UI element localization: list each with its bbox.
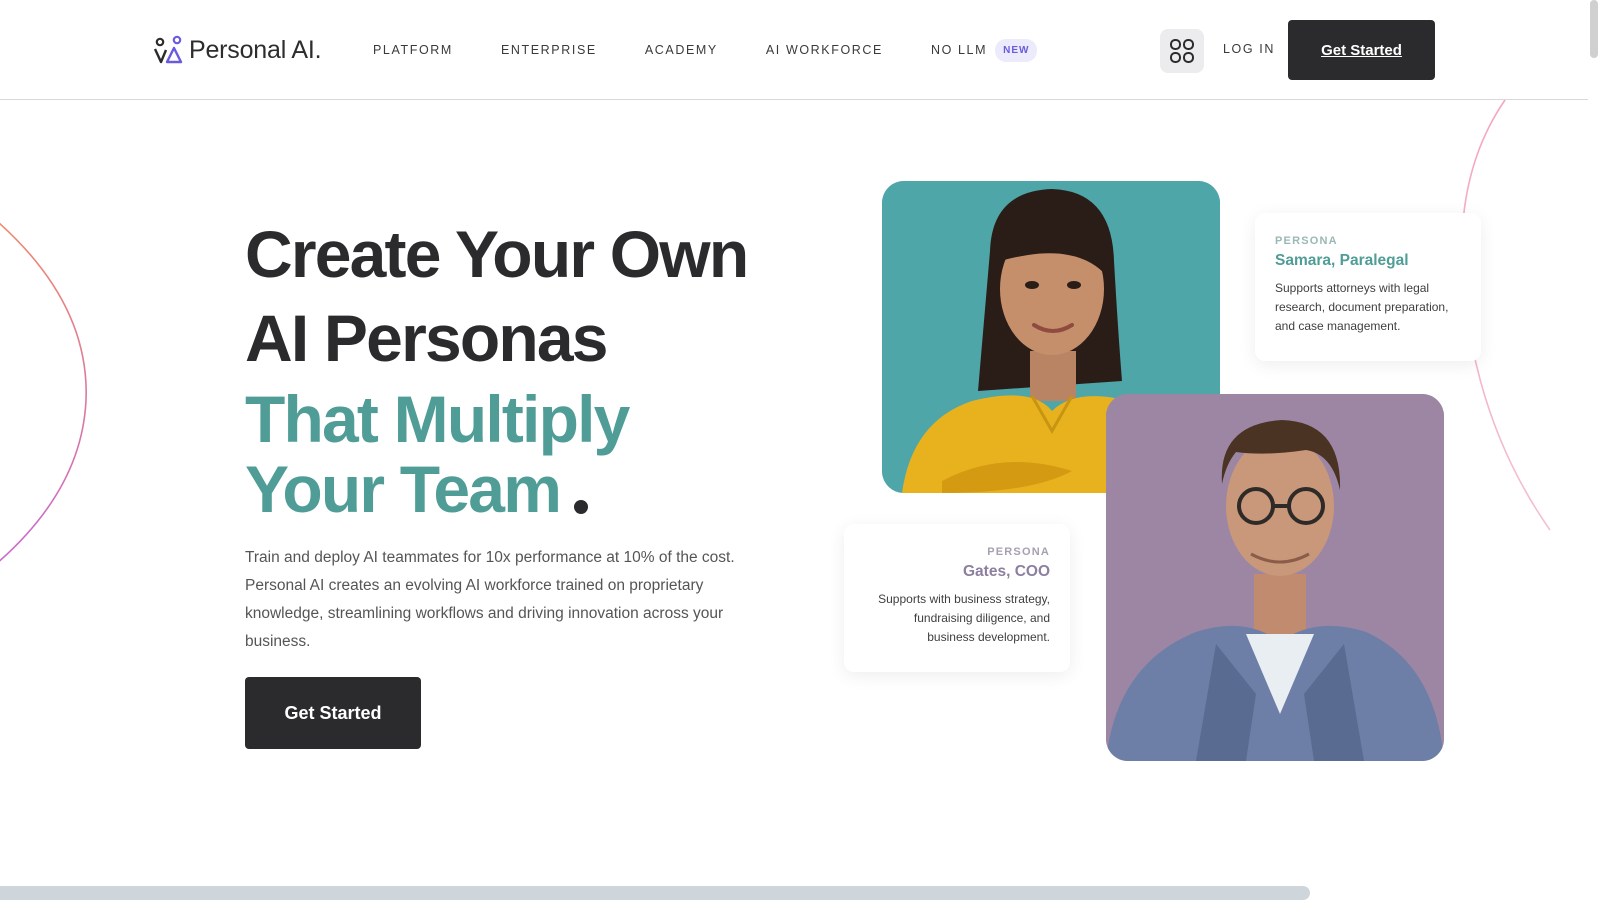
vertical-scrollbar[interactable]	[1590, 0, 1598, 58]
persona-name: Samara, Paralegal	[1275, 252, 1409, 269]
persona-card-samara: PERSONA Samara, Paralegal Supports attor…	[1255, 213, 1481, 361]
brand-logo[interactable]: Personal AI.	[153, 34, 322, 66]
hero-title-line-4-wrap: Your Team	[245, 454, 747, 524]
nav-platform[interactable]: PLATFORM	[373, 43, 453, 57]
hero-title-line-4: Your Team	[245, 452, 562, 526]
hero-title: Create Your Own AI Personas That Multipl…	[245, 212, 749, 524]
man-portrait-image	[1106, 394, 1444, 761]
hero-title-line-3: That Multiply	[245, 382, 630, 456]
hero-description: Train and deploy AI teammates for 10x pe…	[245, 549, 735, 650]
persona-description: Supports attorneys with legal research, …	[1275, 281, 1449, 333]
horizontal-scrollbar[interactable]	[0, 886, 1310, 900]
title-dot	[574, 500, 589, 514]
persona-description: Supports with business strategy, fundrai…	[878, 592, 1050, 644]
nav-academy[interactable]: ACADEMY	[645, 43, 718, 57]
personal-ai-logo-icon	[153, 35, 183, 64]
hero-get-started-button[interactable]: Get Started	[245, 677, 421, 749]
login-link[interactable]: LOG IN	[1223, 42, 1275, 56]
brand-name: Personal AI.	[189, 35, 322, 64]
apps-grid-icon	[1170, 39, 1194, 63]
nav-no-llm-label: NO LLM	[930, 43, 988, 57]
apps-menu-button[interactable]	[1160, 29, 1204, 73]
nav-no-llm[interactable]: NO LLM NEW	[930, 38, 1038, 62]
primary-nav: PLATFORM ENTERPRISE ACADEMY AI WORKFORCE…	[373, 0, 1085, 100]
persona-label: PERSONA	[987, 546, 1050, 558]
new-badge: NEW	[995, 38, 1038, 62]
hero-title-line-1: Create Your Own	[245, 217, 749, 291]
left-arc	[0, 222, 87, 562]
persona-photo-gates	[1106, 394, 1444, 761]
nav-enterprise[interactable]: ENTERPRISE	[501, 43, 597, 57]
top-navigation-bar: Personal AI. PLATFORM ENTERPRISE ACADEMY…	[0, 0, 1588, 100]
persona-card-gates: PERSONA Gates, COO Supports with busines…	[844, 524, 1070, 672]
nav-ai-workforce[interactable]: AI WORKFORCE	[766, 43, 883, 57]
hero-title-line-2: AI Personas	[245, 301, 609, 375]
persona-name: Gates, COO	[963, 563, 1050, 580]
header-get-started-button[interactable]: Get Started	[1288, 20, 1435, 80]
persona-label: PERSONA	[1275, 235, 1338, 247]
